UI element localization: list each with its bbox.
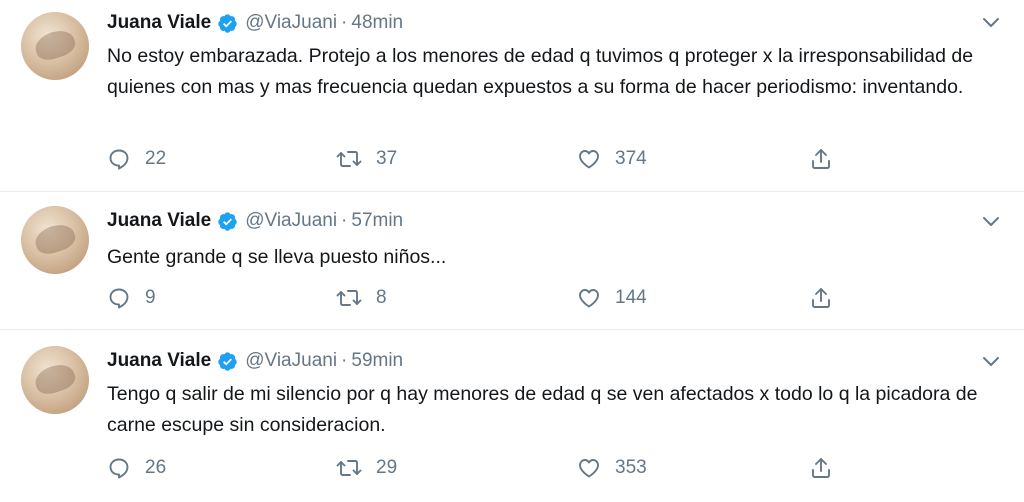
- reply-icon: [109, 288, 129, 309]
- timestamp[interactable]: 48min: [351, 12, 403, 34]
- tweet-header: Juana Viale @ViaJuani · 48min: [107, 10, 403, 36]
- tweet-header: Juana Viale @ViaJuani · 57min: [107, 208, 403, 234]
- like-button[interactable]: 144: [577, 285, 647, 311]
- tweet-actions: 22 37 374: [107, 146, 837, 172]
- separator-dot: ·: [341, 12, 348, 33]
- like-count: 374: [615, 148, 647, 169]
- tweet[interactable]: Juana Viale @ViaJuani · 59min Tengo q sa…: [0, 330, 1024, 502]
- tweet-header: Juana Viale @ViaJuani · 59min: [107, 348, 403, 374]
- reply-button[interactable]: 26: [107, 455, 166, 481]
- author-handle[interactable]: @ViaJuani: [245, 350, 337, 372]
- author-name[interactable]: Juana Viale: [107, 210, 211, 232]
- retweet-button[interactable]: 29: [336, 455, 397, 481]
- share-icon: [812, 458, 830, 478]
- timestamp[interactable]: 57min: [351, 210, 403, 232]
- tweet-feed: Juana Viale @ViaJuani · 48min No estoy e…: [0, 0, 1024, 502]
- like-count: 353: [615, 457, 647, 478]
- verified-badge-icon: [218, 351, 237, 371]
- tweet-text: No estoy embarazada. Protejo a los menor…: [107, 45, 974, 98]
- heart-icon: [579, 150, 599, 169]
- reply-icon: [109, 149, 129, 170]
- chevron-down-icon[interactable]: [982, 214, 1000, 228]
- reply-count: 26: [145, 457, 167, 478]
- avatar[interactable]: [21, 346, 89, 414]
- like-button[interactable]: 353: [577, 455, 647, 481]
- reply-icon: [109, 458, 129, 479]
- verified-badge-icon: [218, 211, 237, 231]
- separator-dot: ·: [341, 210, 348, 231]
- separator-dot: ·: [341, 350, 348, 371]
- reply-count: 9: [145, 287, 156, 308]
- like-button[interactable]: 374: [577, 146, 647, 172]
- author-handle[interactable]: @ViaJuani: [245, 210, 337, 232]
- share-icon: [812, 149, 830, 169]
- like-count: 144: [615, 287, 647, 308]
- share-button[interactable]: [809, 146, 833, 172]
- reply-button[interactable]: 22: [107, 146, 166, 172]
- reply-count: 22: [145, 148, 167, 169]
- chevron-down-icon[interactable]: [982, 354, 1000, 368]
- timestamp[interactable]: 59min: [351, 350, 403, 372]
- retweet-count: 37: [376, 148, 398, 169]
- author-name[interactable]: Juana Viale: [107, 12, 211, 34]
- share-icon: [812, 288, 830, 308]
- tweet[interactable]: Juana Viale @ViaJuani · 48min No estoy e…: [0, 0, 1024, 192]
- avatar[interactable]: [21, 12, 89, 80]
- tweet[interactable]: Juana Viale @ViaJuani · 57min Gente gran…: [0, 192, 1024, 330]
- retweet-button[interactable]: 8: [336, 285, 387, 311]
- tweet-actions: 26 29 353: [107, 455, 837, 481]
- verified-badge-icon: [218, 13, 237, 33]
- author-handle[interactable]: @ViaJuani: [245, 12, 337, 34]
- heart-icon: [579, 289, 599, 308]
- author-name[interactable]: Juana Viale: [107, 350, 211, 372]
- share-button[interactable]: [809, 455, 833, 481]
- retweet-icon: [336, 460, 362, 476]
- tweet-text: Tengo q salir de mi silencio por q hay m…: [107, 383, 978, 436]
- heart-icon: [579, 459, 599, 478]
- avatar[interactable]: [21, 206, 89, 274]
- retweet-count: 8: [376, 287, 387, 308]
- chevron-down-icon[interactable]: [982, 15, 1000, 29]
- retweet-icon: [336, 151, 362, 167]
- retweet-button[interactable]: 37: [336, 146, 397, 172]
- tweet-actions: 9 8 144: [107, 285, 837, 311]
- reply-button[interactable]: 9: [107, 285, 156, 311]
- retweet-count: 29: [376, 457, 398, 478]
- retweet-icon: [336, 290, 362, 306]
- tweet-text: Gente grande q se lleva puesto niños...: [107, 246, 447, 268]
- share-button[interactable]: [809, 285, 833, 311]
